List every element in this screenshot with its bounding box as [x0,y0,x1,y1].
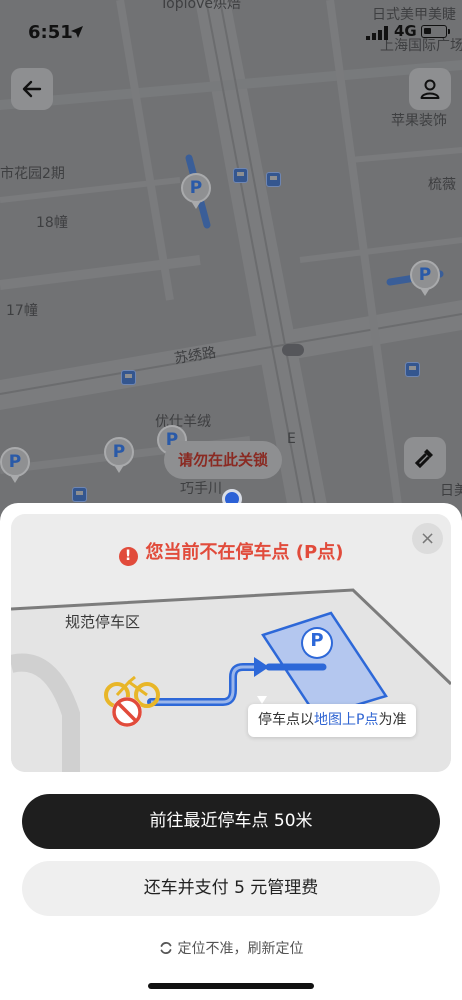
bus-stop-icon [266,172,281,187]
bus-stop-icon [121,370,136,385]
repair-button[interactable] [404,437,446,479]
parking-pin[interactable]: P [104,437,134,473]
map-label-bottom-partial: 巧手川 [180,481,222,497]
parking-guide-card: P ! 您当前不在停车点 (P点) × 规范停车区 停车点以地图上P点为准 [11,514,451,772]
warning-title: ! 您当前不在停车点 (P点) [11,538,451,566]
refresh-location-text: 定位不准，刷新定位 [177,941,304,957]
user-icon [420,79,440,99]
location-arrow-icon [71,26,83,38]
no-lock-notice: 请勿在此关锁 [164,441,283,479]
map-label-apple: 苹果装饰 [391,113,447,129]
home-indicator [148,983,314,989]
parking-hint-tooltip: 停车点以地图上P点为准 [248,704,417,737]
refresh-location-link[interactable]: 定位不准，刷新定位 [0,938,462,958]
status-bar: 6:51 4G [0,0,462,60]
map-label-bottom-right-partial: E [287,431,296,447]
return-and-pay-fee-button[interactable]: 还车并支付 5 元管理费 [22,861,440,916]
wrench-icon [414,449,433,469]
network-type: 4G [394,22,417,40]
return-bike-sheet: P ! 您当前不在停车点 (P点) × 规范停车区 停车点以地图上P点为准 [0,503,462,1000]
warning-title-text: 您当前不在停车点 (P点) [145,542,344,563]
go-to-nearest-parking-button[interactable]: 前往最近停车点 50米 [22,794,440,849]
warning-icon: ! [118,547,138,566]
status-time: 6:51 [28,22,73,43]
traffic-light-icon [282,344,304,356]
tooltip-prefix: 停车点以 [258,712,314,728]
map-label-building-17: 17幢 [6,303,38,319]
parking-pin[interactable]: P [181,173,211,209]
back-button[interactable] [11,68,53,110]
map-label-right-edge-2: 日美 [440,483,462,499]
bus-stop-icon [405,362,420,377]
tooltip-highlight: 地图上P点 [314,712,379,728]
map-label-garden: 市花园2期 [0,166,65,182]
parking-pin[interactable]: P [410,260,440,296]
map-label-building-18: 18幢 [36,215,68,231]
profile-button[interactable] [409,68,451,110]
parking-pin[interactable]: P [0,447,30,483]
battery-icon [421,25,450,38]
signal-icon [366,26,388,40]
bus-stop-icon [72,487,87,502]
refresh-icon [160,942,171,954]
map-label-right-edge: 梳薇 [428,177,456,193]
bus-stop-icon [233,168,248,183]
map-view[interactable]: Toplove烘焙 日式美甲美睫 上海国际广场 苹果装饰 市花园2期 梳薇 18… [0,0,462,520]
back-arrow-icon [22,80,42,98]
tooltip-suffix: 为准 [378,712,407,728]
close-button[interactable]: × [412,523,443,554]
parking-p-marker: P [310,630,324,651]
parking-zone-label: 规范停车区 [65,613,141,631]
